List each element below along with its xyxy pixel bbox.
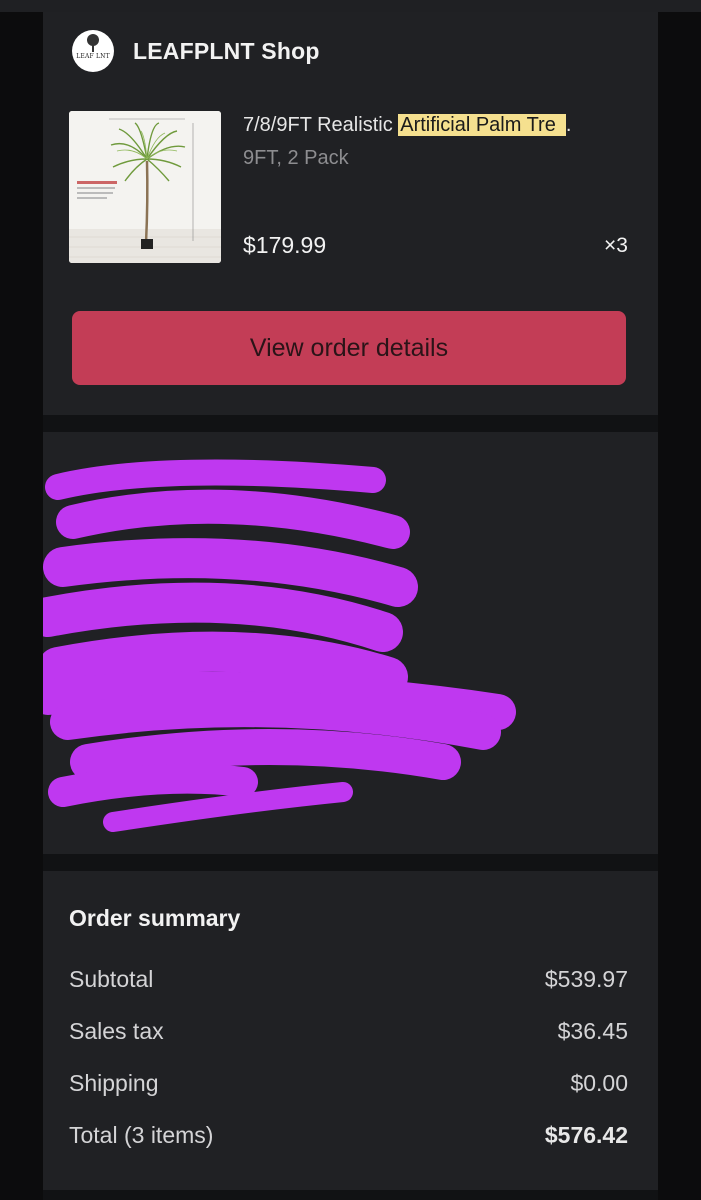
shop-name[interactable]: LEAFPLNT Shop (133, 38, 320, 65)
shipping-row: Shipping $0.00 (69, 1070, 628, 1097)
subtotal-row: Subtotal $539.97 (69, 966, 628, 993)
total-row: Total (3 items) $576.42 (69, 1122, 628, 1149)
top-strip (0, 0, 701, 12)
sales-tax-value: $36.45 (557, 1018, 628, 1044)
product-title[interactable]: 7/8/9FT Realistic Artificial Palm Tre. (243, 114, 571, 137)
shop-logo: LEAF LNT (72, 30, 114, 72)
left-gutter (0, 12, 43, 1200)
redaction-scribble (43, 459, 516, 832)
product-price: $179.99 (243, 232, 327, 258)
right-gutter (658, 12, 701, 1200)
shipping-label: Shipping (69, 1070, 159, 1096)
shop-logo-text: LEAF LNT (76, 53, 110, 60)
sales-tax-row: Sales tax $36.45 (69, 1018, 628, 1045)
shop-order-card: LEAF LNT LEAFPLNT Shop 7/8/9FT Realistic… (43, 12, 658, 415)
total-value: $576.42 (544, 1122, 628, 1148)
palm-tree-image (69, 111, 221, 263)
product-quantity: ×3 (604, 234, 628, 257)
view-order-details-button[interactable]: View order details (72, 311, 626, 385)
subtotal-value: $539.97 (544, 966, 628, 992)
product-title-prefix: 7/8/9FT Realistic (243, 114, 399, 136)
product-image[interactable] (69, 111, 221, 263)
product-title-highlight: Artificial Palm Tre (398, 114, 566, 136)
shop-header[interactable]: LEAF LNT LEAFPLNT Shop (72, 30, 320, 72)
sales-tax-label: Sales tax (69, 1018, 164, 1044)
order-summary-card: Order summary Subtotal $539.97 Sales tax… (43, 871, 658, 1190)
product-title-suffix: . (565, 114, 572, 136)
tree-icon (87, 34, 99, 52)
total-label: Total (3 items) (69, 1122, 214, 1148)
order-summary-title: Order summary (69, 905, 241, 931)
shipping-value: $0.00 (570, 1070, 628, 1096)
subtotal-label: Subtotal (69, 966, 154, 992)
shipping-address-card (43, 432, 658, 854)
product-variant: 9FT, 2 Pack (243, 147, 349, 169)
